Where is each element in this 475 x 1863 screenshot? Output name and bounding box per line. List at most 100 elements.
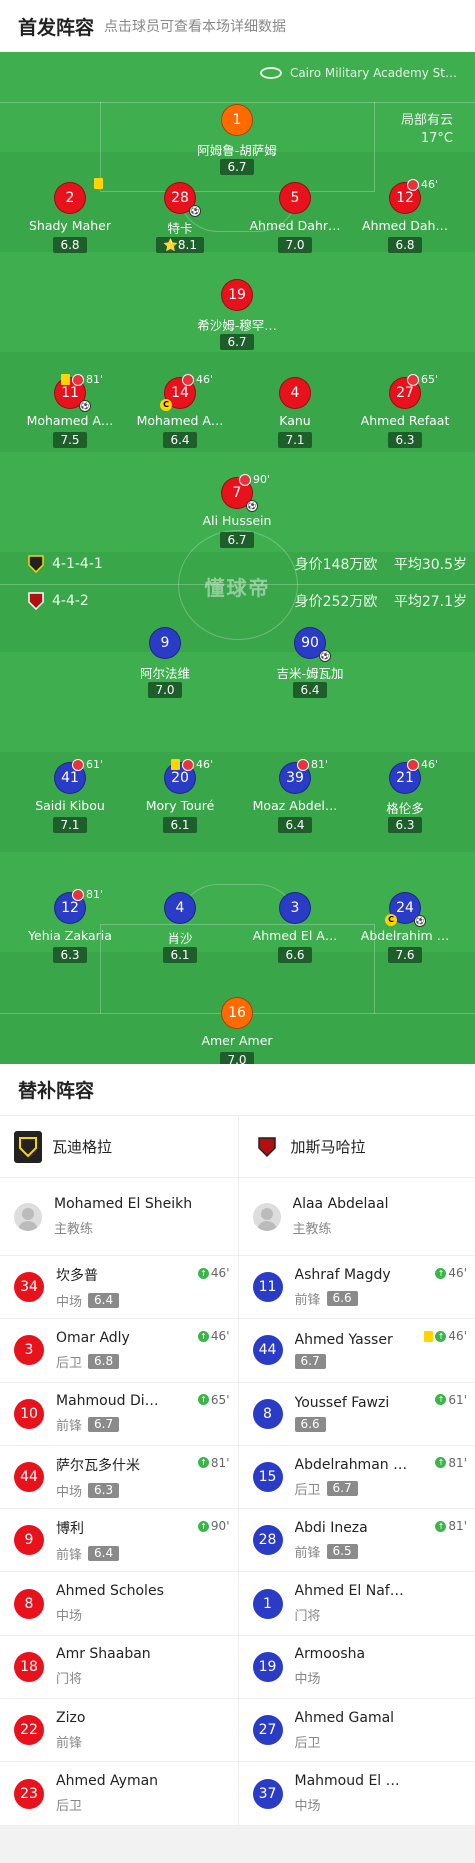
sub-position: 门将: [56, 1672, 83, 1688]
sub-info: Ahmed Gamal 后卫: [295, 1710, 395, 1751]
sub-out-minute: 46': [195, 758, 213, 771]
home-player[interactable]: 14 C 46' Mohamed A… 6.4: [125, 373, 235, 448]
player-rating-value: 6.3: [60, 948, 80, 962]
away-player[interactable]: 24 ⚽ C Abdelrahim … 7.6: [350, 892, 460, 963]
player-name: Ahmed Dahr…: [249, 218, 341, 233]
away-player[interactable]: 16 Amer Amer 7.0: [182, 997, 292, 1064]
player-rating-value: 6.4: [285, 818, 305, 832]
player-rating-value: 7.1: [60, 818, 80, 832]
sub-player-row[interactable]: 44 Ahmed Yasser 6.7 ↑ 46': [238, 1319, 475, 1383]
sub-player-row[interactable]: 10 Mahmoud Di… 前锋 6.7 ↑ 65': [0, 1383, 238, 1446]
sub-out-minute: 46': [420, 178, 438, 191]
away-player[interactable]: 90 ⚽ 吉米-姆瓦加 6.4: [255, 627, 365, 698]
player-number: 24 ⚽ C: [385, 892, 426, 927]
goal-ball-icon: ⚽: [79, 400, 91, 412]
away-player[interactable]: 4 肖沙 6.1: [125, 892, 235, 963]
home-player[interactable]: 2 Shady Maher 6.8: [15, 178, 125, 253]
sub-player-row[interactable]: 19 Armoosha 中场: [238, 1636, 475, 1700]
sub-info: Ahmed El Naf… 门将: [295, 1583, 404, 1624]
home-coach[interactable]: Mohamed El Sheikh 主教练: [0, 1178, 238, 1256]
away-player[interactable]: 9 阿尔法维 7.0: [110, 627, 220, 698]
sub-out-icon: [71, 888, 84, 901]
player-rating-value: 6.3: [395, 433, 415, 447]
home-player[interactable]: 7 ⚽ 90' Ali Hussein 6.7: [182, 473, 292, 548]
sub-player-row[interactable]: 28 Abdi Ineza 前锋 6.5 ↑ 81': [238, 1509, 475, 1573]
sub-player-row[interactable]: 1 Ahmed El Naf… 门将: [238, 1572, 475, 1636]
sub-role: 后卫: [295, 1732, 395, 1751]
player-events: 46': [406, 178, 438, 191]
sub-number: 1: [252, 1588, 283, 1619]
away-subs-team[interactable]: 加斯马哈拉: [238, 1116, 475, 1178]
sub-in-time: ↑ 90': [197, 1519, 230, 1534]
player-rating-value: 6.8: [395, 238, 415, 252]
sub-info: Ashraf Magdy 前锋 6.6: [295, 1267, 391, 1308]
sub-in-minute: 90': [210, 1519, 230, 1534]
sub-player-row[interactable]: 15 Abdelrahman … 后卫 6.7 ↑ 81': [238, 1446, 475, 1510]
sub-number: 8: [252, 1398, 283, 1429]
sub-position: 后卫: [294, 1482, 321, 1498]
sub-role: 中场: [295, 1668, 366, 1687]
sub-name: Ahmed Ayman: [56, 1773, 159, 1790]
sub-position: 中场: [56, 1294, 83, 1310]
away-player[interactable]: 20 46' Mory Touré 6.1: [125, 758, 235, 833]
home-team-badge-icon: [28, 555, 44, 573]
sub-in-time: ↑ 81': [435, 1519, 467, 1533]
player-rating: 6.8: [53, 237, 87, 253]
sub-name: Armoosha: [294, 1646, 366, 1663]
home-player[interactable]: 1 阿姆鲁-胡萨姆 6.7: [182, 104, 292, 175]
home-player[interactable]: 11 ⚽ 81' Mohamed A… 7.5: [15, 373, 125, 448]
goal-ball-icon: ⚽: [189, 205, 201, 217]
player-rating: 7.6: [388, 947, 422, 963]
sub-player-row[interactable]: 37 Mahmoud El … 中场: [238, 1762, 475, 1826]
sub-in-minute: 46': [210, 1329, 230, 1344]
sub-name: Mahmoud El …: [294, 1773, 400, 1790]
away-player[interactable]: 21 46' 格伦多 6.3: [350, 758, 460, 833]
player-rating-value: 7.0: [155, 683, 175, 697]
sub-player-row[interactable]: 11 Ashraf Magdy 前锋 6.6 ↑ 46': [238, 1256, 475, 1320]
home-player[interactable]: 5 Ahmed Dahr… 7.0: [240, 182, 350, 253]
player-rating-value: 6.4: [300, 683, 320, 697]
player-number: 19: [221, 279, 253, 311]
weather-desc: 局部有云: [400, 113, 453, 128]
sub-info: Youssef Fawzi 6.6: [294, 1395, 389, 1433]
sub-rating: 6.6: [294, 1417, 326, 1433]
sub-player-row[interactable]: 3 Omar Adly 后卫 6.8 ↑ 46': [0, 1319, 238, 1383]
sub-player-row[interactable]: 23 Ahmed Ayman 后卫: [0, 1762, 238, 1826]
player-number: 3: [279, 892, 311, 924]
home-player[interactable]: 12 46' Ahmed Dah… 6.8: [350, 178, 460, 253]
home-formation: 4-1-4-1: [52, 556, 103, 572]
player-rating-value: 6.1: [170, 948, 190, 962]
away-player[interactable]: 39 81' Moaz Abdel… 6.4: [240, 758, 350, 833]
away-player[interactable]: 3 Ahmed El A… 6.6: [240, 892, 350, 963]
away-player[interactable]: 12 81' Yehia Zakaria 6.3: [15, 888, 125, 963]
home-coach-role: 主教练: [54, 1222, 94, 1237]
sub-player-row[interactable]: 34 坎多普 中场 6.4 ↑ 46': [0, 1256, 238, 1320]
sub-position: 中场: [56, 1609, 83, 1625]
player-events: 46': [406, 758, 438, 771]
home-player[interactable]: 19 希沙姆-穆罕… 6.7: [182, 279, 292, 350]
home-subs-team[interactable]: 瓦迪格拉: [0, 1116, 238, 1178]
home-player[interactable]: 27 65' Ahmed Refaat 6.3: [350, 373, 460, 448]
sub-player-row[interactable]: 27 Ahmed Gamal 后卫: [238, 1699, 475, 1763]
player-events: 65': [406, 373, 438, 386]
sub-player-row[interactable]: 8 Ahmed Scholes 中场: [0, 1572, 238, 1636]
sub-number: 44: [14, 1462, 44, 1493]
player-rating: 7.5: [53, 432, 87, 448]
sub-player-row[interactable]: 44 萨尔瓦多什米 中场 6.3 ↑ 81': [0, 1446, 238, 1510]
player-name: 吉米-姆瓦加: [276, 666, 344, 679]
home-player[interactable]: 4 Kanu 7.1: [240, 377, 350, 448]
sub-in-time: ↑ 46': [197, 1266, 230, 1280]
sub-player-row[interactable]: 22 Zizo 前锋: [0, 1699, 238, 1763]
sub-number: 28: [252, 1525, 283, 1556]
sub-player-row[interactable]: 8 Youssef Fawzi 6.6 ↑ 61': [238, 1383, 475, 1446]
home-player[interactable]: 28 ⚽ 特卡 ⭐8.1: [125, 182, 235, 253]
away-player[interactable]: 41 61' Saidi Kibou 7.1: [15, 758, 125, 833]
sub-position: 前锋: [56, 1547, 83, 1563]
sub-in-minute: 81': [210, 1455, 230, 1470]
player-rating: 7.0: [278, 237, 312, 253]
player-rating-value: 7.0: [227, 1053, 247, 1064]
away-coach[interactable]: Alaa Abdelaal 主教练: [238, 1178, 475, 1256]
sub-player-row[interactable]: 18 Amr Shaaban 门将: [0, 1636, 238, 1700]
sub-player-row[interactable]: 9 博利 前锋 6.4 ↑ 90': [0, 1509, 238, 1573]
sub-name: 萨尔瓦多什米: [56, 1457, 140, 1474]
